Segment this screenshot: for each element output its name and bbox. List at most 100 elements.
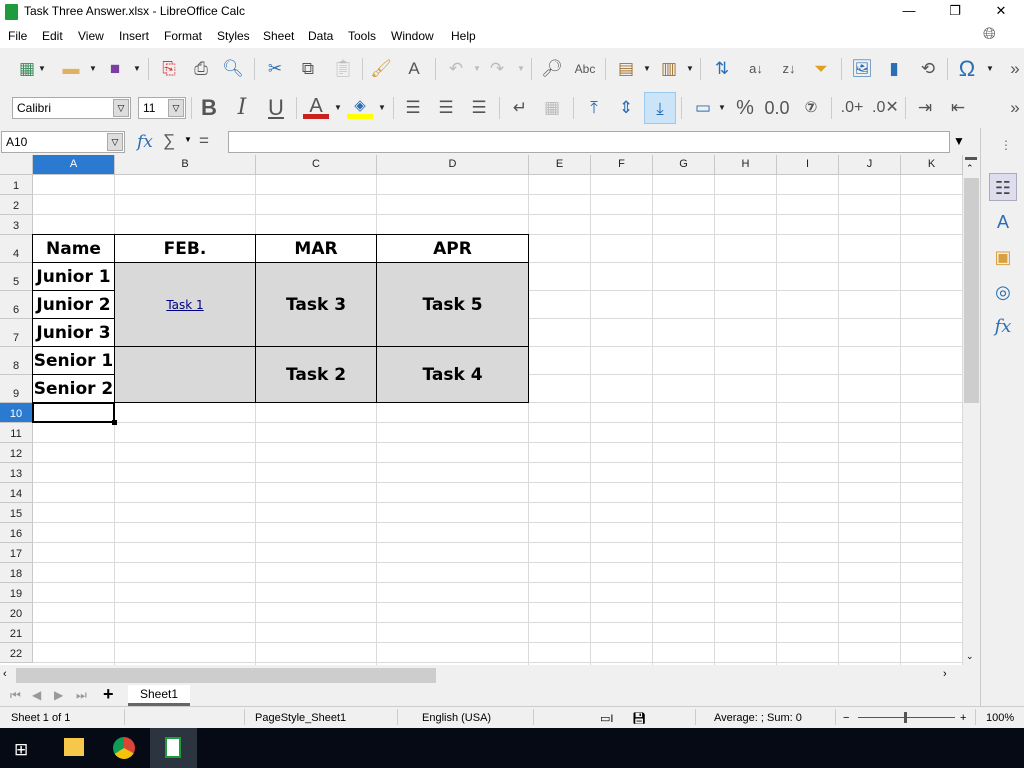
maximize-button[interactable]: ❐ — [932, 0, 978, 24]
chevron-down-icon[interactable]: ▽ — [113, 99, 129, 117]
sum-icon[interactable]: ∑ — [163, 131, 175, 151]
column-header-A[interactable]: A — [33, 155, 115, 175]
row-icon[interactable]: ▤ — [613, 56, 639, 82]
number-format-icon[interactable]: 0.0 — [764, 95, 790, 121]
align-bottom-icon[interactable]: ⤓ — [644, 92, 676, 124]
row-header-13[interactable]: 13 — [0, 463, 33, 483]
font-color-icon[interactable]: A — [303, 93, 329, 119]
insert-image-icon[interactable]: 🖼︎ — [849, 56, 875, 82]
menu-format[interactable]: Format — [164, 29, 202, 43]
insert-chart-icon[interactable]: ▮ — [881, 56, 907, 82]
page-style[interactable]: PageStyle_Sheet1 — [255, 712, 346, 724]
menu-sheet[interactable]: Sheet — [263, 29, 294, 43]
row-header-3[interactable]: 3 — [0, 215, 33, 235]
horizontal-scroll-thumb[interactable] — [16, 668, 436, 683]
chevron-down-icon[interactable]: ▼ — [89, 56, 97, 82]
menu-window[interactable]: Window — [391, 29, 434, 43]
chevron-down-icon[interactable]: ▼ — [686, 56, 694, 82]
column-icon[interactable]: ▥ — [656, 56, 682, 82]
row-header-21[interactable]: 21 — [0, 623, 33, 643]
gallery-icon[interactable]: ▣ — [989, 243, 1017, 271]
increase-indent-icon[interactable]: ⇥ — [912, 95, 938, 121]
add-sheet-icon[interactable]: + — [103, 684, 114, 705]
date-format-icon[interactable]: ⑦ — [798, 95, 824, 121]
function-wizard-icon[interactable]: fx — [137, 132, 153, 152]
clone-formatting-icon[interactable]: 🖌︎ — [368, 56, 394, 82]
align-top-icon[interactable]: ⤒ — [581, 95, 607, 121]
expand-formula-bar-icon[interactable]: ▼ — [953, 134, 965, 148]
chrome-icon[interactable] — [113, 737, 135, 759]
sort-ascending-icon[interactable]: a↓ — [743, 56, 769, 82]
more-options-icon[interactable]: » — [1002, 95, 1024, 121]
font-name-combo[interactable]: Calibri ▽ — [12, 97, 131, 119]
more-options-icon[interactable]: » — [1002, 56, 1024, 82]
globe-icon[interactable]: 🌐︎ — [983, 26, 996, 44]
percent-format-icon[interactable]: % — [732, 95, 758, 121]
row-header-14[interactable]: 14 — [0, 483, 33, 503]
align-middle-icon[interactable]: ⇕ — [613, 95, 639, 121]
copy-icon[interactable]: ⧉ — [295, 56, 321, 82]
split-handle[interactable] — [965, 157, 977, 160]
column-header-D[interactable]: D — [377, 155, 529, 175]
align-center-icon[interactable]: ☰ — [433, 95, 459, 121]
row-header-9[interactable]: 9 — [0, 375, 33, 403]
zoom-out-icon[interactable]: − — [843, 712, 849, 724]
first-sheet-icon[interactable]: ⏮ — [10, 688, 21, 703]
row-header-1[interactable]: 1 — [0, 175, 33, 195]
column-header-K[interactable]: K — [901, 155, 963, 175]
properties-icon[interactable]: ☷ — [989, 173, 1017, 201]
align-left-icon[interactable]: ☰ — [400, 95, 426, 121]
navigator-icon[interactable]: ◎ — [989, 278, 1017, 306]
align-right-icon[interactable]: ☰ — [466, 95, 492, 121]
chevron-down-icon[interactable]: ▼ — [334, 95, 342, 121]
save-icon[interactable]: ■ — [102, 56, 128, 82]
chevron-down-icon[interactable]: ▼ — [38, 56, 46, 82]
paste-icon[interactable]: 📋︎ — [330, 56, 356, 82]
wrap-text-icon[interactable]: ↵ — [507, 95, 533, 121]
delete-decimal-icon[interactable]: .0✕ — [872, 95, 899, 121]
row-header-11[interactable]: 11 — [0, 423, 33, 443]
menu-file[interactable]: File — [8, 29, 27, 43]
chevron-down-icon[interactable]: ▼ — [378, 95, 386, 121]
chevron-down-icon[interactable]: ▼ — [718, 95, 726, 121]
column-header-B[interactable]: B — [115, 155, 256, 175]
print-icon[interactable]: ⎙ — [188, 56, 214, 82]
menu-view[interactable]: View — [78, 29, 104, 43]
zoom-slider-handle[interactable] — [904, 712, 907, 723]
export-pdf-icon[interactable]: ⎘ — [156, 56, 182, 82]
selection-mode-icon[interactable]: ▭I — [600, 712, 613, 725]
spelling-icon[interactable]: Abc — [572, 56, 598, 82]
row-header-19[interactable]: 19 — [0, 583, 33, 603]
chevron-down-icon[interactable]: ▽ — [107, 133, 123, 151]
menu-insert[interactable]: Insert — [119, 29, 149, 43]
merge-center-icon[interactable]: ▦ — [539, 95, 565, 121]
scroll-right-icon[interactable]: › — [943, 668, 947, 680]
chevron-down-icon[interactable]: ▽ — [168, 99, 184, 117]
menu-edit[interactable]: Edit — [42, 29, 63, 43]
column-header-C[interactable]: C — [256, 155, 377, 175]
add-decimal-icon[interactable]: .0+ — [839, 95, 865, 121]
horizontal-scrollbar[interactable]: ‹ › — [0, 665, 963, 685]
windows-start-icon[interactable]: ⊞ — [14, 740, 28, 760]
row-header-20[interactable]: 20 — [0, 603, 33, 623]
bold-icon[interactable]: B — [196, 95, 222, 121]
italic-icon[interactable]: I — [229, 95, 255, 121]
column-header-I[interactable]: I — [777, 155, 839, 175]
column-header-G[interactable]: G — [653, 155, 715, 175]
row-header-15[interactable]: 15 — [0, 503, 33, 523]
column-header-J[interactable]: J — [839, 155, 901, 175]
row-header-17[interactable]: 17 — [0, 543, 33, 563]
functions-icon[interactable]: fx — [989, 313, 1017, 341]
last-sheet-icon[interactable]: ⏭ — [76, 688, 87, 703]
fill-handle[interactable] — [112, 420, 117, 425]
vertical-scroll-thumb[interactable] — [964, 178, 979, 403]
sheet-tab[interactable]: Sheet1 — [128, 685, 190, 706]
menu-styles[interactable]: Styles — [217, 29, 250, 43]
vertical-scrollbar[interactable]: ⌃ ⌄ — [963, 155, 980, 665]
print-preview-icon[interactable]: 🔍︎ — [220, 56, 246, 82]
row-header-7[interactable]: 7 — [0, 319, 33, 347]
chevron-down-icon[interactable]: ▼ — [643, 56, 651, 82]
name-box[interactable]: A10 ▽ — [1, 131, 125, 153]
spreadsheet-grid[interactable]: A B C D E F G H I J K 1 2 3 4 5 6 7 8 9 10 11 12 13 14 15 16 17 18 19… — [0, 155, 963, 665]
open-folder-icon[interactable]: ▬ — [58, 56, 84, 82]
